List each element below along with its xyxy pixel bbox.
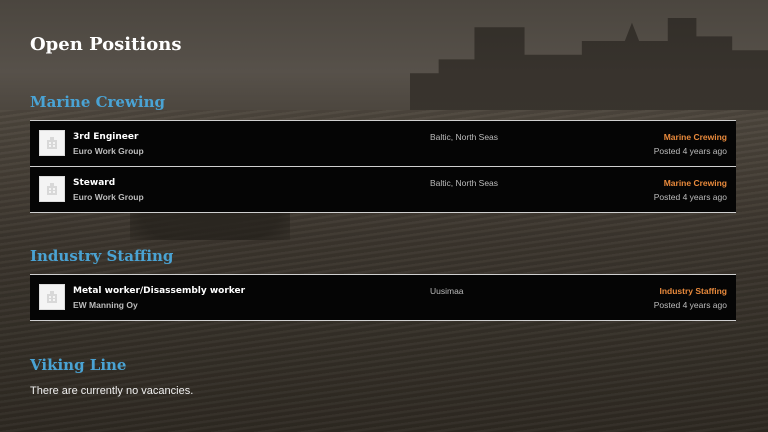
job-category: Industry Staffing <box>659 286 727 296</box>
job-location: Baltic, North Seas <box>430 178 499 188</box>
job-location: Uusimaa <box>430 286 464 296</box>
job-list-marine-crewing: 3rd Engineer Euro Work Group Baltic, Nor… <box>30 120 736 213</box>
job-posted-date: Posted 4 years ago <box>653 146 727 156</box>
job-posted-date: Posted 4 years ago <box>653 192 727 202</box>
job-title[interactable]: Metal worker/Disassembly worker <box>73 286 245 296</box>
job-title[interactable]: Steward <box>73 178 115 188</box>
job-listings-page: Open Positions Marine Crewing 3rd Engine… <box>0 0 768 432</box>
job-row[interactable]: Metal worker/Disassembly worker EW Manni… <box>30 275 736 321</box>
job-category: Marine Crewing <box>663 132 727 142</box>
no-vacancies-message: There are currently no vacancies. <box>30 385 194 397</box>
job-row[interactable]: Steward Euro Work Group Baltic, North Se… <box>30 167 736 213</box>
job-company: Euro Work Group <box>73 146 144 156</box>
company-building-icon <box>39 284 65 310</box>
page-title: Open Positions <box>30 34 182 55</box>
company-building-icon <box>39 176 65 202</box>
job-company: EW Manning Oy <box>73 300 138 310</box>
company-building-icon <box>39 130 65 156</box>
job-location: Baltic, North Seas <box>430 132 499 142</box>
section-title-industry-staffing: Industry Staffing <box>30 247 174 265</box>
job-title[interactable]: 3rd Engineer <box>73 132 138 142</box>
section-title-marine-crewing: Marine Crewing <box>30 93 165 111</box>
job-category: Marine Crewing <box>663 178 727 188</box>
job-company: Euro Work Group <box>73 192 144 202</box>
job-list-industry-staffing: Metal worker/Disassembly worker EW Manni… <box>30 274 736 321</box>
job-row[interactable]: 3rd Engineer Euro Work Group Baltic, Nor… <box>30 121 736 167</box>
section-title-viking-line: Viking Line <box>30 356 127 374</box>
job-posted-date: Posted 4 years ago <box>653 300 727 310</box>
